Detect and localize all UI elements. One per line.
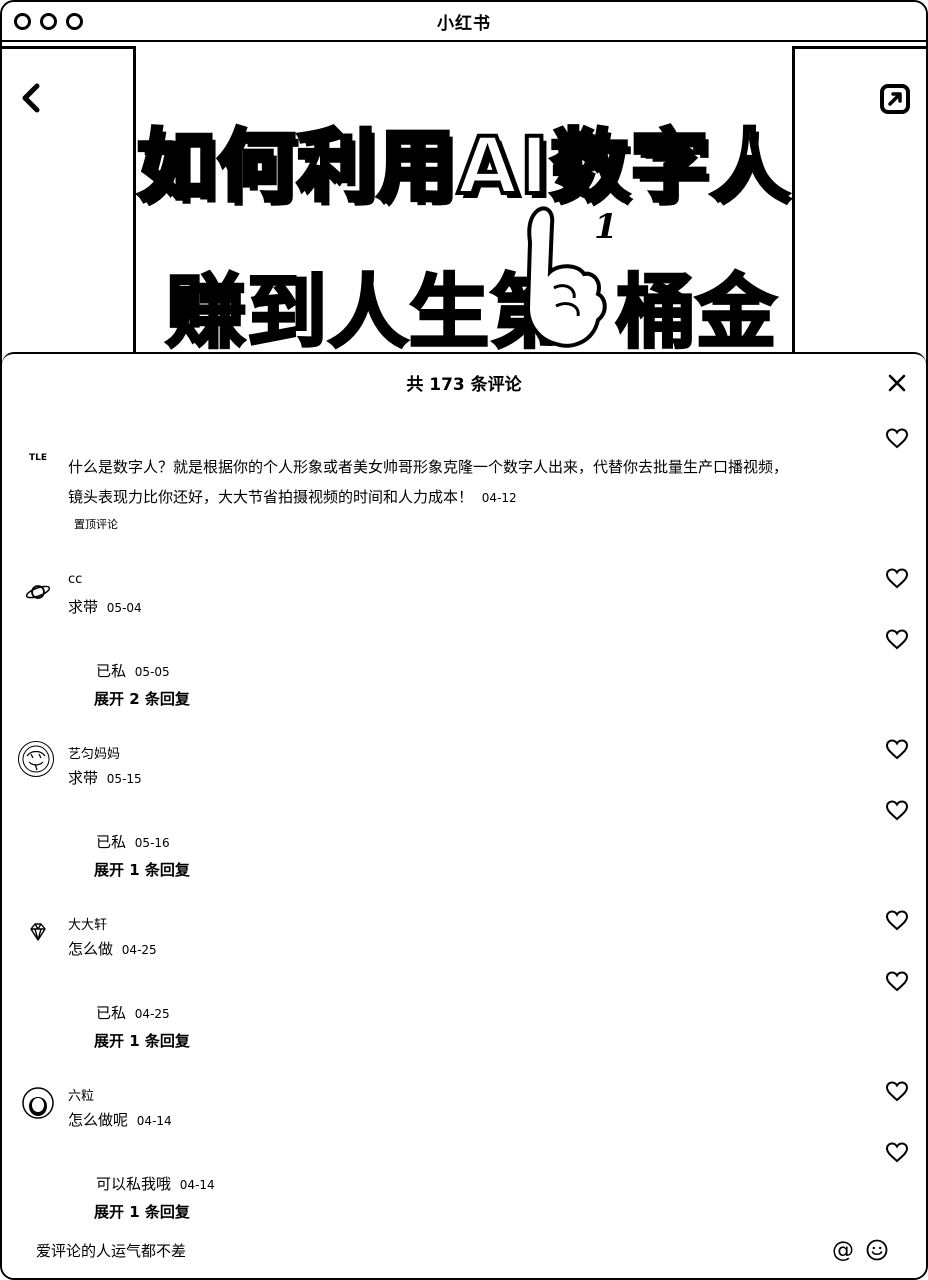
heart-icon[interactable] <box>886 971 908 993</box>
heart-icon[interactable] <box>886 629 908 651</box>
cover-headline-2-left: 赚到人生第 <box>165 265 572 361</box>
comment-text: 什么是数字人？就是根据你的个人形象或者美女帅哥形象克隆一个数字人出来，代替你去批… <box>68 452 868 513</box>
avatar[interactable] <box>20 574 56 610</box>
illustration-avatar-icon <box>22 745 50 773</box>
window-controls <box>14 13 83 30</box>
window-title: 小红书 <box>437 13 491 34</box>
svg-text:1: 1 <box>594 207 618 247</box>
minimize-window-button[interactable] <box>40 13 57 30</box>
comment-author[interactable]: 六粒 <box>68 1085 94 1104</box>
pinned-tag: 置顶评论 <box>74 518 118 531</box>
maximize-window-button[interactable] <box>66 13 83 30</box>
cover-image: 如何利用AI数字人 赚到人生第 1 桶金 <box>2 42 926 364</box>
reply-item: 可以私我哦 04-14 <box>96 1175 215 1193</box>
reply-item: 已私 04-25 <box>96 1004 170 1022</box>
heart-icon[interactable] <box>886 910 908 932</box>
smile-icon[interactable] <box>866 1239 888 1261</box>
close-icon[interactable] <box>886 372 908 394</box>
comment-text: 怎么做呢 04-14 <box>68 1111 172 1129</box>
title-bar: 小红书 <box>2 2 926 42</box>
thumbs-up-hand-illustration: 1 <box>525 206 618 348</box>
comment-text: 求带 05-04 <box>68 598 142 616</box>
heart-icon[interactable] <box>886 1081 908 1103</box>
reply-date: 05-16 <box>134 836 170 850</box>
comment-text-line2: 镜头表现力比你还好，大大节省拍摄视频的时间和人力成本！ <box>68 488 474 506</box>
comment-date: 05-04 <box>106 601 142 615</box>
reply-item: 已私 05-05 <box>96 662 170 680</box>
comment-sheet: 共 173 条评论 TLE 什么是数字人？就是根据你的个人形象或者美女帅哥形象克… <box>2 352 926 1278</box>
comment-date: 04-14 <box>136 1114 172 1128</box>
app-window: 小红书 如何利用AI数字人 赚到人生第 1 桶金 共 173 条评论 TLE 什… <box>0 0 928 1280</box>
close-window-button[interactable] <box>14 13 31 30</box>
reply-item: 已私 05-16 <box>96 833 170 851</box>
reply-date: 04-14 <box>179 1178 215 1192</box>
avatar[interactable] <box>20 914 56 950</box>
comment-text: 求带 05-15 <box>68 769 142 787</box>
diamond-icon <box>30 923 46 941</box>
comment-date: 04-25 <box>121 943 157 957</box>
comment-date: 04-12 <box>481 491 517 505</box>
avatar[interactable] <box>20 1085 56 1121</box>
cover-headline-1: 如何利用AI数字人 <box>135 120 791 214</box>
comment-input-bar: 爱评论的人运气都不差 @ <box>2 1222 926 1278</box>
comment-input[interactable]: 爱评论的人运气都不差 <box>36 1240 186 1261</box>
expand-replies-button[interactable]: 展开 1 条回复 <box>94 1030 190 1051</box>
avatar[interactable] <box>18 741 54 777</box>
reply-date: 04-25 <box>134 1007 170 1021</box>
planet-icon <box>25 585 51 599</box>
comment-count-header: 共 173 条评论 <box>406 375 522 395</box>
portrait-avatar-icon <box>22 1087 54 1119</box>
comment-text-line1: 什么是数字人？就是根据你的个人形象或者美女帅哥形象克隆一个数字人出来，代替你去批… <box>68 458 789 476</box>
comment-author[interactable]: cc <box>68 572 82 587</box>
mention-button[interactable]: @ <box>830 1238 856 1264</box>
expand-replies-button[interactable]: 展开 2 条回复 <box>94 688 190 709</box>
heart-icon[interactable] <box>886 1142 908 1164</box>
heart-icon[interactable] <box>886 800 908 822</box>
expand-replies-button[interactable]: 展开 1 条回复 <box>94 1201 190 1222</box>
reply-date: 05-05 <box>134 665 170 679</box>
comment-author[interactable]: 大大轩 <box>68 914 107 933</box>
avatar[interactable]: TLE <box>20 440 56 476</box>
expand-replies-button[interactable]: 展开 1 条回复 <box>94 859 190 880</box>
cover-headline-2-right: 桶金 <box>615 265 778 361</box>
comment-date: 05-15 <box>106 772 142 786</box>
heart-icon[interactable] <box>886 739 908 761</box>
comment-author[interactable]: 艺匀妈妈 <box>68 743 120 762</box>
heart-icon[interactable] <box>886 428 908 450</box>
comment-text: 怎么做 04-25 <box>68 940 157 958</box>
heart-icon[interactable] <box>886 568 908 590</box>
